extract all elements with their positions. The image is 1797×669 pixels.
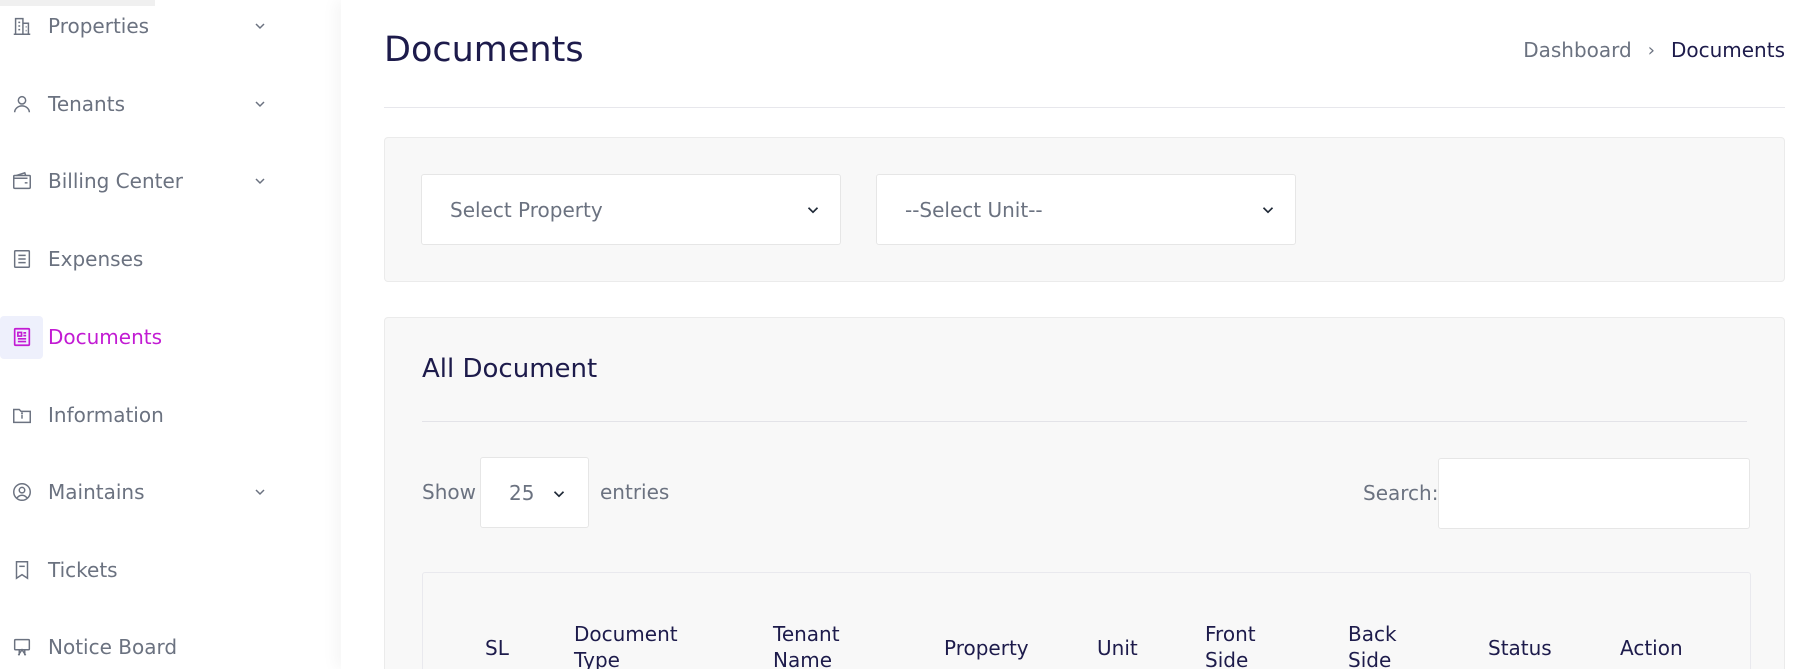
sidebar-item-label: Documents — [48, 325, 163, 349]
sidebar-item-maintains[interactable]: Maintains — [0, 468, 300, 516]
bookmark-icon — [0, 549, 43, 592]
column-header-label: Action — [1620, 636, 1683, 660]
sidebar-item-information[interactable]: Information — [0, 391, 300, 439]
chevron-down-icon — [255, 23, 265, 30]
column-header-label: Back — [1348, 622, 1397, 646]
column-header-label: Property — [944, 636, 1029, 660]
property-select-value: Select Property — [450, 197, 603, 222]
sidebar-item-tickets[interactable]: Tickets — [0, 546, 300, 594]
search-label: Search: — [1363, 481, 1439, 505]
divider — [422, 421, 1747, 422]
breadcrumb-dashboard-link[interactable]: Dashboard — [1523, 38, 1632, 62]
column-header-sl[interactable]: SL — [485, 635, 509, 661]
column-header-label: Document — [574, 622, 678, 646]
breadcrumb: Dashboard › Documents — [1523, 38, 1785, 62]
sidebar-item-expenses[interactable]: Expenses — [0, 235, 300, 283]
unit-select-value: --Select Unit-- — [905, 197, 1043, 222]
column-header-back-side[interactable]: Back Side — [1348, 621, 1397, 669]
column-header-property[interactable]: Property — [944, 635, 1029, 661]
column-header-document-type[interactable]: Document Type — [574, 621, 678, 669]
entries-select-value: 25 — [509, 480, 535, 505]
sidebar-item-label: Information — [48, 403, 164, 427]
breadcrumb-current: Documents — [1670, 38, 1785, 62]
page-title: Documents — [384, 30, 584, 70]
unit-select[interactable]: --Select Unit-- — [876, 174, 1296, 245]
sidebar-item-billing-center[interactable]: Billing Center — [0, 157, 300, 205]
property-select[interactable]: Select Property — [421, 174, 841, 245]
column-header-unit[interactable]: Unit — [1097, 635, 1138, 661]
receipt-icon — [0, 238, 43, 281]
search-input[interactable] — [1438, 458, 1750, 529]
main-content: Documents Dashboard › Documents Select P… — [341, 0, 1797, 669]
column-header-label: Unit — [1097, 636, 1138, 660]
sidebar-item-label: Expenses — [48, 247, 144, 271]
entries-per-page-select[interactable]: 25 — [480, 457, 589, 528]
show-label: Show — [422, 480, 476, 504]
info-folder-icon — [0, 394, 43, 437]
column-header-label: Status — [1488, 636, 1552, 660]
user-circle-icon — [0, 471, 43, 514]
sidebar-item-label: Notice Board — [48, 635, 178, 659]
chevron-down-icon — [255, 101, 265, 108]
column-header-label: Type — [574, 648, 620, 669]
sidebar-item-label: Tenants — [48, 92, 125, 116]
document-icon — [0, 315, 43, 359]
building-icon — [0, 5, 43, 48]
column-header-label: Side — [1205, 648, 1249, 669]
column-header-tenant-name[interactable]: Tenant Name — [773, 621, 840, 669]
breadcrumb-separator-icon: › — [1647, 39, 1655, 61]
sidebar-item-tenants[interactable]: Tenants — [0, 80, 300, 128]
sidebar-item-label: Maintains — [48, 480, 145, 504]
column-header-front-side[interactable]: Front Side — [1205, 621, 1256, 669]
chevron-down-icon — [807, 207, 819, 214]
sidebar-item-properties[interactable]: Properties — [0, 2, 300, 50]
chevron-down-icon — [553, 491, 565, 498]
column-header-status[interactable]: Status — [1488, 635, 1552, 661]
all-documents-card: All Document Show 25 entries Search: SL … — [384, 317, 1785, 669]
documents-table: SL Document Type Tenant Name Property Un… — [422, 572, 1751, 669]
sidebar-item-notice-board[interactable]: Notice Board — [0, 623, 300, 669]
divider — [384, 107, 1785, 108]
column-header-action[interactable]: Action — [1620, 635, 1683, 661]
sidebar-item-label: Billing Center — [48, 169, 183, 193]
sidebar-item-label: Properties — [48, 14, 150, 38]
chevron-down-icon — [255, 178, 265, 185]
sidebar-item-label: Tickets — [48, 558, 118, 582]
column-header-label: SL — [485, 636, 509, 660]
chevron-down-icon — [1262, 207, 1274, 214]
chevron-down-icon — [255, 489, 265, 496]
column-header-label: Tenant — [773, 622, 840, 646]
user-icon — [0, 83, 43, 126]
column-header-label: Name — [773, 648, 833, 669]
entries-label: entries — [600, 480, 670, 504]
monitor-icon — [0, 626, 43, 669]
column-header-label: Side — [1348, 648, 1392, 669]
card-title: All Document — [422, 354, 598, 384]
sidebar: Properties Tenants Billing Center Expens… — [0, 0, 341, 669]
filter-card: Select Property --Select Unit-- — [384, 137, 1785, 282]
column-header-label: Front — [1205, 622, 1256, 646]
sidebar-item-documents[interactable]: Documents — [0, 313, 300, 361]
wallet-icon — [0, 160, 43, 203]
